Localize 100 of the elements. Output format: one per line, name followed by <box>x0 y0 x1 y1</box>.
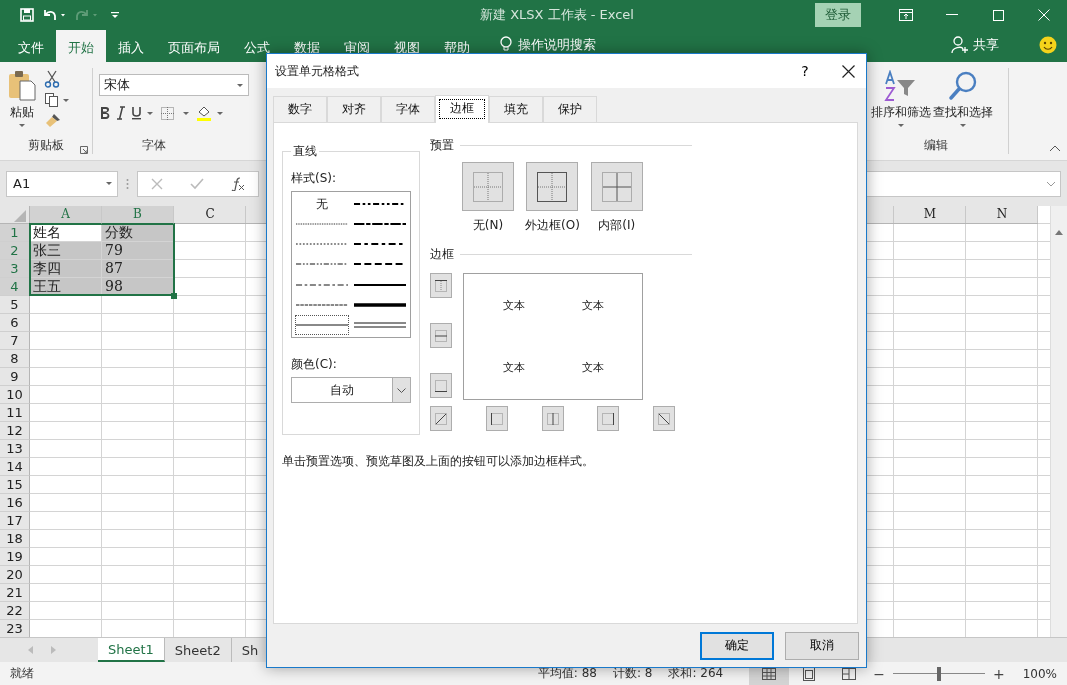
preset-button[interactable] <box>526 162 579 211</box>
row-header[interactable]: 11 <box>0 404 30 422</box>
font-name-field[interactable]: 宋体 <box>99 74 249 96</box>
sort-filter-button[interactable]: 排序和筛选 <box>870 68 932 137</box>
border-button[interactable] <box>597 406 620 431</box>
zoom-thumb[interactable] <box>936 666 941 681</box>
row-header[interactable]: 10 <box>0 386 30 404</box>
zoom-percent[interactable]: 100% <box>1022 666 1057 681</box>
ribbon-tab[interactable]: 视图 <box>382 30 432 62</box>
dialog-launcher-icon[interactable] <box>80 146 88 154</box>
sheet-tab[interactable]: Sheet1 <box>98 638 165 662</box>
row-header[interactable]: 1 <box>0 224 30 242</box>
border-preview[interactable]: 文本 文本 文本 文本 <box>463 273 643 400</box>
paste-button[interactable]: 粘贴 <box>6 68 38 137</box>
ribbon-tab[interactable]: 页面布局 <box>156 30 232 62</box>
tell-me-search[interactable]: 操作说明搜索 <box>518 36 596 54</box>
zoom-out-button[interactable]: − <box>869 665 889 682</box>
column-header[interactable]: C <box>174 206 246 224</box>
ribbon-tab[interactable]: 审阅 <box>332 30 382 62</box>
zoom-in-button[interactable]: + <box>988 665 1009 682</box>
line-style-list[interactable]: 无 <box>291 191 411 338</box>
fill-handle[interactable] <box>171 293 177 299</box>
save-icon[interactable] <box>20 8 34 22</box>
preview-text: 文本 <box>502 360 525 376</box>
color-dropdown[interactable]: 自动 <box>291 377 411 403</box>
row-header[interactable]: 23 <box>0 620 30 637</box>
find-select-button[interactable]: 查找和选择 <box>932 68 994 137</box>
function-icon[interactable] <box>230 176 245 191</box>
collapse-ribbon-icon[interactable] <box>1049 145 1061 152</box>
copy-icon[interactable] <box>44 92 70 108</box>
row-header[interactable]: 22 <box>0 602 30 620</box>
minimize-icon[interactable] <box>946 14 958 16</box>
borders-icon[interactable] <box>159 105 191 121</box>
brush-icon[interactable] <box>44 112 62 128</box>
dialog-tab[interactable]: 字体 <box>381 96 435 122</box>
vertical-scrollbar[interactable] <box>1050 206 1067 637</box>
dialog-tab[interactable]: 对齐 <box>327 96 381 122</box>
smiley-icon[interactable] <box>1039 36 1057 54</box>
row-header[interactable]: 16 <box>0 494 30 512</box>
cancel-button[interactable]: 取消 <box>785 631 859 660</box>
row-header[interactable]: 15 <box>0 476 30 494</box>
preset-label: 内部(I) <box>598 217 636 234</box>
border-button[interactable] <box>485 406 508 431</box>
row-header[interactable]: 21 <box>0 584 30 602</box>
dialog-tab[interactable]: 填充 <box>489 96 543 122</box>
row-header[interactable]: 20 <box>0 566 30 584</box>
row-header[interactable]: 4 <box>0 278 30 296</box>
ribbon-tab[interactable]: 帮助 <box>432 30 482 62</box>
dialog-tab[interactable]: 边框 <box>435 95 489 123</box>
ribbon-tab[interactable]: 插入 <box>106 30 156 62</box>
ribbon-tab[interactable]: 公式 <box>232 30 282 62</box>
group-label: 字体 <box>142 138 166 152</box>
cut-icon[interactable] <box>44 70 60 88</box>
customize-toolbar-icon[interactable] <box>110 10 120 20</box>
ribbon-display-icon[interactable] <box>898 8 914 22</box>
line-style-icon <box>354 300 406 309</box>
help-button[interactable]: ? <box>790 62 820 80</box>
ribbon-tab[interactable]: 文件 <box>6 30 56 62</box>
dialog-tab[interactable]: 保护 <box>543 96 597 122</box>
lightbulb-icon[interactable] <box>500 36 512 52</box>
undo-icon[interactable] <box>42 8 68 22</box>
dialog-tab[interactable]: 数字 <box>273 96 327 122</box>
column-header[interactable]: B <box>102 206 174 224</box>
login-button[interactable]: 登录 <box>815 3 861 27</box>
column-header[interactable]: A <box>30 206 102 224</box>
row-header[interactable]: 12 <box>0 422 30 440</box>
share-button[interactable]: 共享 <box>945 30 1005 62</box>
page-layout-icon <box>801 666 818 681</box>
line-style-option[interactable]: 无 <box>295 194 349 215</box>
row-header[interactable]: 19 <box>0 548 30 566</box>
row-header[interactable]: 3 <box>0 260 30 278</box>
column-header[interactable]: M <box>894 206 966 224</box>
row-header[interactable]: 13 <box>0 440 30 458</box>
group-title: 直线 <box>292 143 318 160</box>
row-header[interactable]: 5 <box>0 296 30 314</box>
line-style-option[interactable] <box>295 314 349 335</box>
row-header[interactable]: 18 <box>0 530 30 548</box>
row-header[interactable]: 6 <box>0 314 30 332</box>
row-header[interactable]: 9 <box>0 368 30 386</box>
ok-button[interactable]: 确定 <box>700 631 774 660</box>
row-header[interactable]: 17 <box>0 512 30 530</box>
row-header[interactable]: 7 <box>0 332 30 350</box>
border-button[interactable] <box>430 273 452 298</box>
name-box[interactable]: A1 <box>6 170 118 197</box>
row-header[interactable]: 2 <box>0 242 30 260</box>
check-icon[interactable] <box>190 177 204 190</box>
row-header[interactable]: 14 <box>0 458 30 476</box>
row-header[interactable]: 8 <box>0 350 30 368</box>
ribbon-tab[interactable]: 数据 <box>282 30 332 62</box>
bold-icon[interactable] <box>99 106 111 120</box>
column-header[interactable]: N <box>966 206 1038 224</box>
chevron-down-icon[interactable] <box>1046 180 1056 187</box>
underline-icon[interactable] <box>131 106 155 120</box>
ribbon-tab[interactable]: 开始 <box>56 30 106 62</box>
scroll-up-icon[interactable] <box>1055 230 1063 235</box>
maximize-icon[interactable] <box>992 9 1004 21</box>
close-icon[interactable] <box>1038 9 1050 21</box>
border-button[interactable] <box>430 373 452 398</box>
italic-icon[interactable] <box>115 106 127 120</box>
fill-color-icon[interactable] <box>195 104 225 122</box>
